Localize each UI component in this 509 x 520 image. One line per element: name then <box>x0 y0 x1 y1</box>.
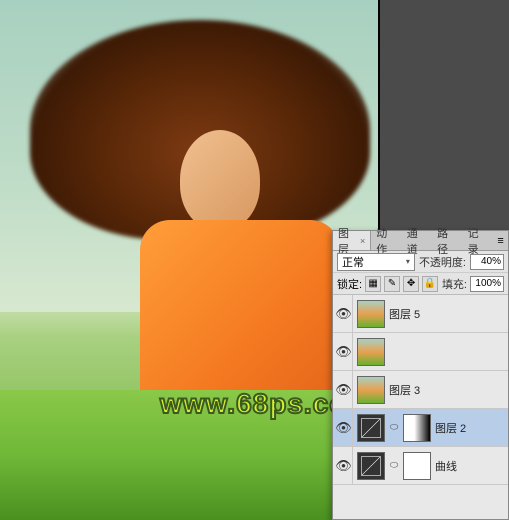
lock-brush-icon[interactable]: ✎ <box>384 276 400 292</box>
layer-name[interactable]: 图层 2 <box>435 420 506 436</box>
photo-face <box>180 130 260 230</box>
layer-name[interactable]: 曲线 <box>435 458 506 474</box>
menu-glyph: ≡ <box>497 235 503 247</box>
visibility-eye-icon[interactable]: 👁 <box>335 371 353 408</box>
blend-mode-value: 正常 <box>342 254 364 270</box>
opacity-label: 不透明度: <box>419 254 466 270</box>
curves-thumbnail-icon[interactable] <box>357 414 385 442</box>
visibility-eye-icon[interactable]: 👁 <box>335 447 353 484</box>
link-icon[interactable]: ⬭ <box>389 414 399 442</box>
layer-row[interactable]: 👁 ⬭ 图层 2 <box>333 409 508 447</box>
layers-list: 👁 图层 5 👁 👁 图层 3 👁 ⬭ 图层 2 👁 ⬭ 曲线 <box>333 295 508 519</box>
layer-row[interactable]: 👁 <box>333 333 508 371</box>
lock-fill-row: 锁定: ▦ ✎ ✥ 🔒 填充: 100% <box>333 273 508 295</box>
tab-actions[interactable]: 动作 <box>371 231 401 250</box>
close-icon[interactable]: × <box>360 236 365 246</box>
lock-label: 锁定: <box>337 276 362 292</box>
panel-tabs: 图层 × 动作 通道 路径 记录 ≡ <box>333 231 508 251</box>
layer-thumbnail[interactable] <box>357 376 385 404</box>
tab-history[interactable]: 记录 <box>463 231 493 250</box>
tab-paths[interactable]: 路径 <box>432 231 462 250</box>
layer-name[interactable]: 图层 5 <box>389 306 506 322</box>
lock-transparent-icon[interactable]: ▦ <box>365 276 381 292</box>
link-icon[interactable]: ⬭ <box>389 452 399 480</box>
layer-thumbnail[interactable] <box>357 300 385 328</box>
mask-thumbnail[interactable] <box>403 414 431 442</box>
canvas-empty-area <box>380 0 509 230</box>
layer-name[interactable]: 图层 3 <box>389 382 506 398</box>
chevron-down-icon: ▾ <box>406 257 410 266</box>
blend-mode-select[interactable]: 正常 ▾ <box>337 253 415 271</box>
fill-input[interactable]: 100% <box>470 276 504 292</box>
visibility-eye-icon[interactable]: 👁 <box>335 409 353 446</box>
tab-layers[interactable]: 图层 × <box>333 231 371 250</box>
lock-all-icon[interactable]: 🔒 <box>422 276 438 292</box>
layers-panel: 图层 × 动作 通道 路径 记录 ≡ 正常 ▾ 不透明度: 40% 锁定: ▦ … <box>332 230 509 520</box>
layer-row[interactable]: 👁 ⬭ 曲线 <box>333 447 508 485</box>
lock-move-icon[interactable]: ✥ <box>403 276 419 292</box>
opacity-input[interactable]: 40% <box>470 254 504 270</box>
blend-opacity-row: 正常 ▾ 不透明度: 40% <box>333 251 508 273</box>
layer-thumbnail[interactable] <box>357 338 385 366</box>
panel-menu-icon[interactable]: ≡ <box>493 235 508 247</box>
visibility-eye-icon[interactable]: 👁 <box>335 295 353 332</box>
curves-thumbnail-icon[interactable] <box>357 452 385 480</box>
visibility-eye-icon[interactable]: 👁 <box>335 333 353 370</box>
tab-channels[interactable]: 通道 <box>402 231 432 250</box>
layer-row[interactable]: 👁 图层 5 <box>333 295 508 333</box>
mask-thumbnail[interactable] <box>403 452 431 480</box>
fill-label: 填充: <box>442 276 467 292</box>
layer-row[interactable]: 👁 图层 3 <box>333 371 508 409</box>
